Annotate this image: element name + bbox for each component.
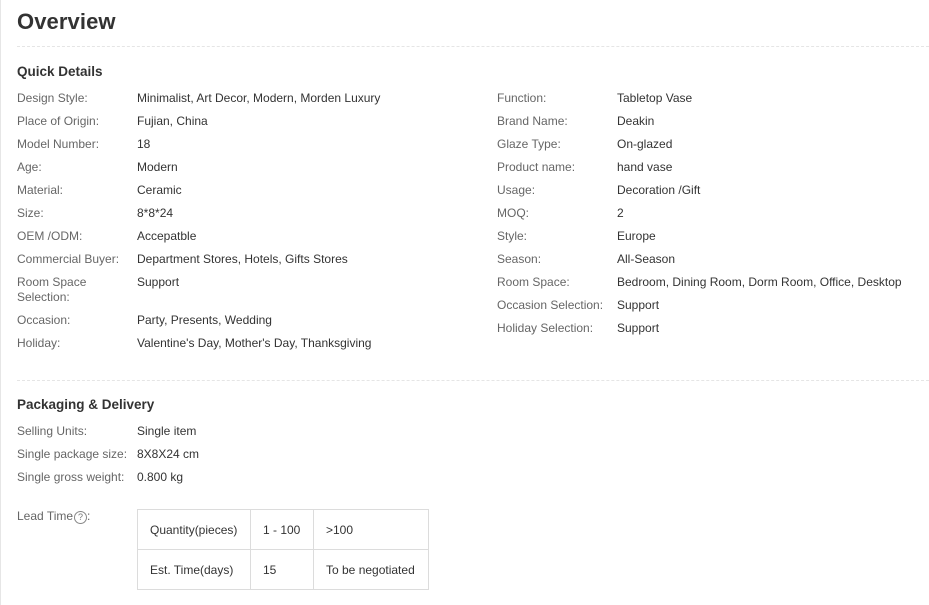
detail-value: Support [617,298,660,312]
detail-value: 8X8X24 cm [137,447,200,461]
lead-time-label-wrap: Lead Time?: [17,509,137,590]
detail-row: Product name: hand vase [497,160,927,175]
divider [17,46,929,47]
detail-value: Bedroom, Dining Room, Dorm Room, Office,… [617,275,902,289]
detail-value: Europe [617,229,656,243]
detail-value: Single item [137,424,197,438]
packaging-details: Selling Units: Single item Single package… [17,424,617,493]
detail-row: Usage: Decoration /Gift [497,183,927,198]
detail-row: Occasion Selection: Support [497,298,927,313]
detail-row: Size: 8*8*24 [17,206,487,221]
detail-value: 8*8*24 [137,206,174,220]
divider [17,380,929,381]
detail-label: Function: [497,91,547,105]
detail-value: Support [617,321,660,335]
detail-label: Style: [497,229,528,243]
detail-label: Age: [17,160,42,174]
page-title: Overview [17,9,116,34]
lead-time-table: Quantity(pieces) 1 - 100 >100 Est. Time(… [137,509,429,590]
detail-row: Model Number: 18 [17,137,487,152]
detail-row: Selling Units: Single item [17,424,617,439]
table-cell: 1 - 100 [250,509,314,550]
detail-row: Commercial Buyer: Department Stores, Hote… [17,252,487,267]
quick-details-left-column: Design Style: Minimalist, Art Decor, Mode… [17,91,487,359]
detail-row: Style: Europe [497,229,927,244]
detail-value: Ceramic [137,183,182,197]
detail-value: All-Season [617,252,676,266]
detail-row: Room Space: Bedroom, Dining Room, Dorm Ro… [497,275,927,290]
table-cell: To be negotiated [313,549,429,590]
detail-row: Occasion: Party, Presents, Wedding [17,313,487,328]
detail-label: Model Number: [17,137,100,151]
detail-value: Tabletop Vase [617,91,693,105]
detail-label: OEM /ODM: [17,229,83,243]
detail-value: Modern [137,160,178,174]
packaging-delivery-heading: Packaging & Delivery [17,397,155,412]
detail-label: Season: [497,252,542,266]
detail-label: Selling Units: [17,424,88,438]
detail-row: Holiday Selection: Support [497,321,927,336]
detail-row: Age: Modern [17,160,487,175]
detail-label: MOQ: [497,206,529,220]
detail-label: Size: [17,206,44,220]
detail-label: Material: [17,183,64,197]
detail-label: Usage: [497,183,536,197]
detail-value: 0.800 kg [137,470,184,484]
detail-value: Deakin [617,114,655,128]
detail-row: Single package size: 8X8X24 cm [17,447,617,462]
detail-value: Department Stores, Hotels, Gifts Stores [137,252,348,266]
detail-row: Single gross weight: 0.800 kg [17,470,617,485]
detail-value: Support [137,275,180,289]
detail-row: Material: Ceramic [17,183,487,198]
quick-details-right-column: Function: Tabletop Vase Brand Name: Deakin… [497,91,927,344]
detail-row: Function: Tabletop Vase [497,91,927,106]
detail-row: OEM /ODM: Accepatble [17,229,487,244]
lead-time-row: Lead Time?: Quantity(pieces) 1 - 100 >10… [17,509,429,590]
table-cell: Est. Time(days) [137,549,251,590]
detail-value: Fujian, China [137,114,208,128]
detail-row: Glaze Type: On-glazed [497,137,927,152]
detail-label: Room Space: [497,275,570,289]
product-overview-page: Overview Quick Details Design Style: Mini… [0,0,929,605]
detail-label: Commercial Buyer: [17,252,120,266]
detail-label: Occasion Selection: [497,298,604,312]
detail-value: 2 [617,206,624,220]
detail-value: Party, Presents, Wedding [137,313,272,327]
detail-value: Valentine's Day, Mother's Day, Thanksgiv… [137,336,372,350]
table-cell: 15 [250,549,314,590]
detail-label: Design Style: [17,91,88,105]
table-cell: Quantity(pieces) [137,509,251,550]
detail-value: Accepatble [137,229,197,243]
detail-label: Product name: [497,160,576,174]
detail-row: Brand Name: Deakin [497,114,927,129]
detail-label: Place of Origin: [17,114,100,128]
question-circle-icon[interactable]: ? [74,511,88,524]
lead-time-colon: : [87,509,91,523]
detail-value: Decoration /Gift [617,183,701,197]
detail-value: Minimalist, Art Decor, Modern, Morden Lu… [137,91,381,105]
detail-value: 18 [137,137,151,151]
detail-label: Brand Name: [497,114,568,128]
detail-value: On-glazed [617,137,673,151]
detail-row: Room Space Selection: Support [17,275,487,305]
lead-time-label: Lead Time [17,509,74,523]
detail-label: Single gross weight: [17,470,125,484]
detail-row: Holiday: Valentine's Day, Mother's Day, T… [17,336,487,351]
table-row: Est. Time(days) 15 To be negotiated [137,549,429,590]
detail-label: Holiday: [17,336,61,350]
detail-label: Glaze Type: [497,137,561,151]
detail-label: Single package size: [17,447,128,461]
detail-row: Season: All-Season [497,252,927,267]
detail-row: MOQ: 2 [497,206,927,221]
detail-label: Room Space Selection: [17,275,87,304]
detail-row: Design Style: Minimalist, Art Decor, Mode… [17,91,487,106]
table-row: Quantity(pieces) 1 - 100 >100 [137,509,429,550]
detail-label: Holiday Selection: [497,321,594,335]
detail-value: hand vase [617,160,673,174]
table-cell: >100 [313,509,429,550]
quick-details-heading: Quick Details [17,64,103,79]
detail-label: Occasion: [17,313,71,327]
detail-row: Place of Origin: Fujian, China [17,114,487,129]
